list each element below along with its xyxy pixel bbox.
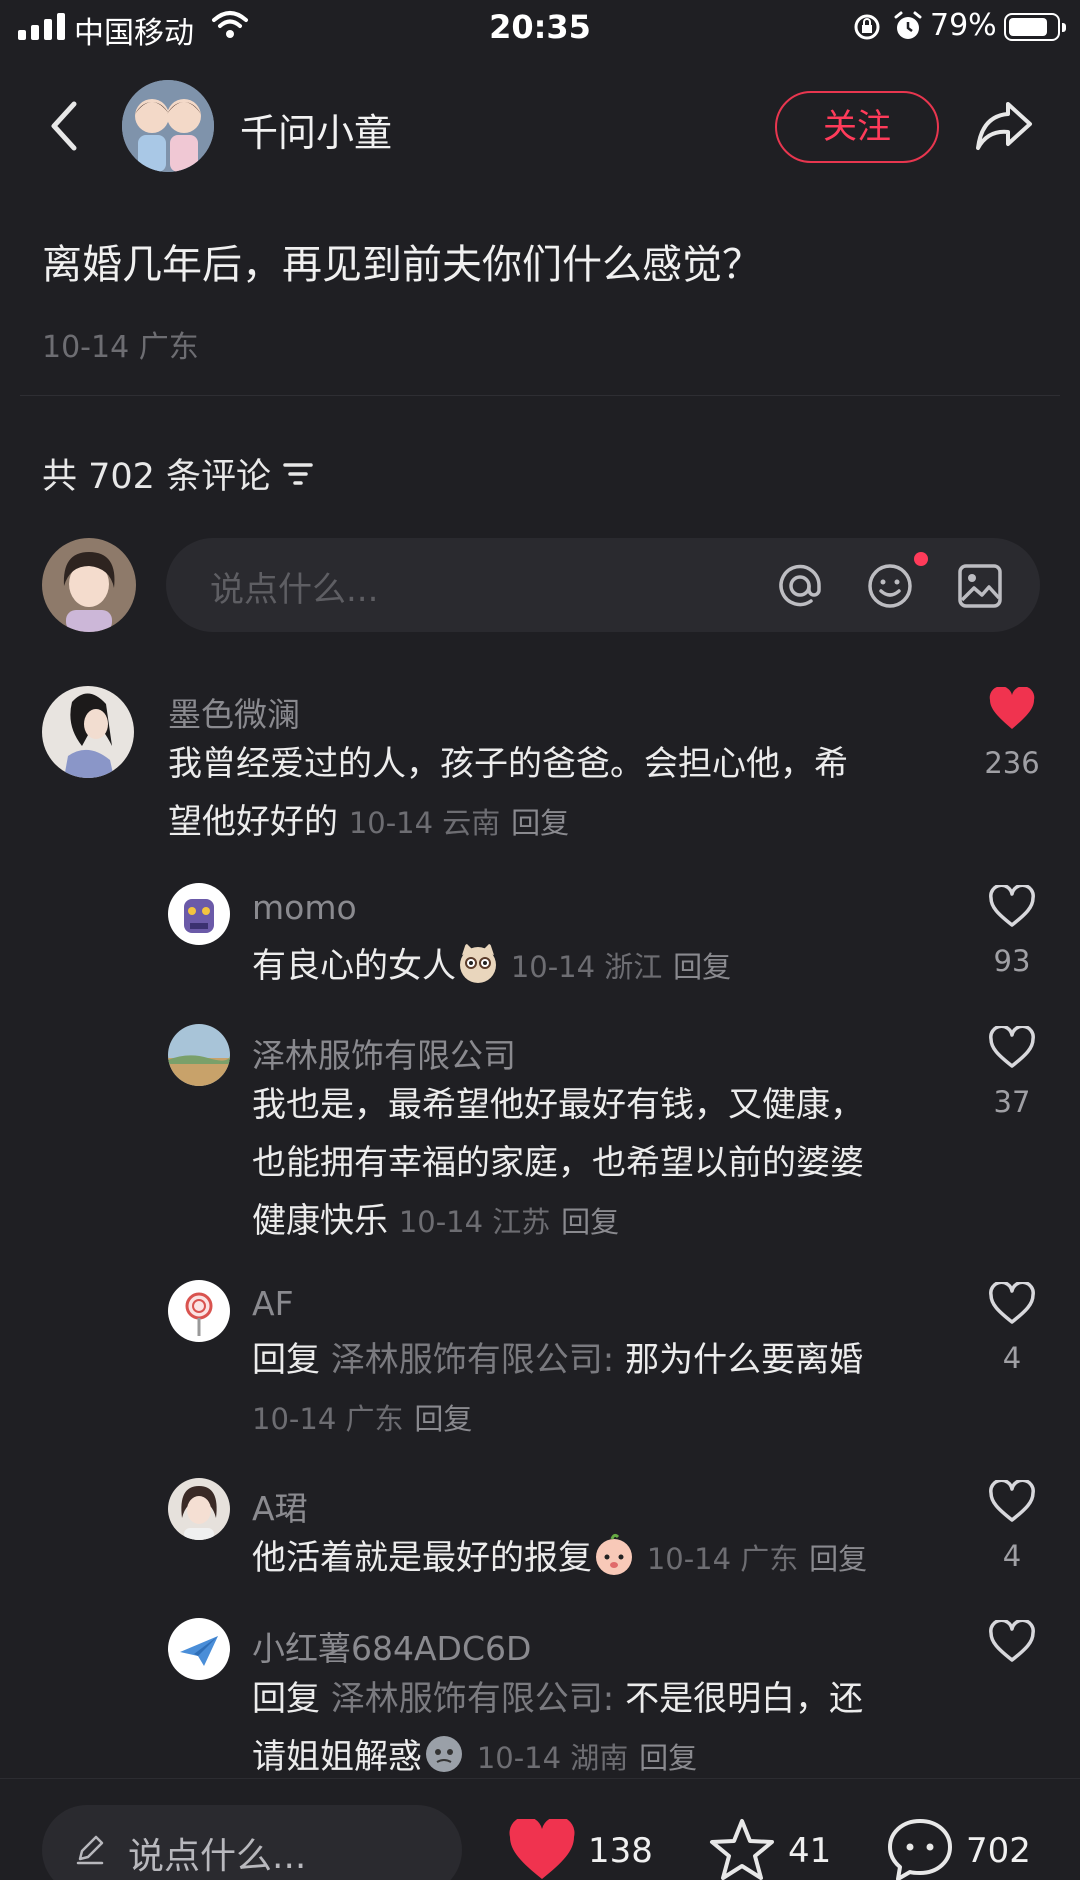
heart-icon[interactable] [988, 1282, 1036, 1326]
battery-percent: 79% [930, 8, 997, 43]
divider [20, 395, 1060, 396]
follow-button[interactable]: 关注 [775, 91, 939, 163]
comment-text: 我曾经爱过的人，孩子的爸爸。会担心他，希 望他好好的 10-14 云南 回复 [168, 735, 848, 852]
post-title: 离婚几年后，再见到前夫你们什么感觉？ [42, 242, 762, 288]
reply-username[interactable]: 小红薯684ADC6D [252, 1622, 531, 1670]
reply-text: 我也是，最希望他好最好有钱，又健康， 也能拥有幸福的家庭，也希望以前的婆婆 健康… [252, 1076, 864, 1251]
star-icon[interactable] [708, 1817, 776, 1880]
reply-meta: 10-14 浙江 [510, 950, 663, 984]
comment-input[interactable]: 说点什么... [166, 538, 1040, 632]
comment-avatar[interactable] [42, 686, 134, 778]
pencil-icon [76, 1835, 104, 1865]
reply-meta: 10-14 江苏 [398, 1205, 551, 1239]
reply-avatar[interactable] [168, 1618, 230, 1680]
bottom-action-bar: 说点什么... 138 41 702 [0, 1778, 1080, 1880]
reply-link[interactable]: 回复 [809, 1542, 867, 1576]
my-avatar[interactable] [42, 538, 136, 632]
reply-text: 回复 泽林服饰有限公司: 不是很明白，还 请姐姐解惑 10-14 湖南 回复 [252, 1670, 863, 1787]
reply-avatar[interactable] [168, 883, 230, 945]
reply-prefix: 回复 [252, 1679, 320, 1719]
heart-filled-icon[interactable] [988, 687, 1036, 731]
baby-emoji-icon [596, 1533, 632, 1575]
rotation-lock-icon [854, 14, 880, 40]
ghost-emoji-icon [426, 1736, 462, 1772]
reply-to-user[interactable]: 泽林服饰有限公司: [331, 1340, 614, 1380]
reply-text-line: 也能拥有幸福的家庭，也希望以前的婆婆 [252, 1143, 864, 1183]
like-count: 37 [993, 1085, 1031, 1119]
reply-username[interactable]: momo [252, 888, 357, 927]
reply-meta: 10-14 广东 [252, 1402, 404, 1436]
reply-text-line: 健康快乐 10-14 江苏 回复 [252, 1192, 864, 1251]
reply-text-line: 回复 泽林服饰有限公司: 不是很明白，还 [252, 1670, 863, 1728]
reply-link[interactable]: 回复 [673, 950, 731, 984]
heart-filled-icon[interactable] [508, 1819, 576, 1880]
reply-to-user[interactable]: 泽林服饰有限公司: [331, 1679, 614, 1719]
reply-text-body: 那为什么要离婚 [625, 1340, 864, 1380]
comment-meta: 10-14 云南 [348, 806, 501, 840]
comment-text-line: 我曾经爱过的人，孩子的爸爸。会担心他，希 [168, 744, 848, 784]
heart-icon[interactable] [988, 1620, 1036, 1664]
reply-text-end: 健康快乐 [252, 1201, 388, 1241]
reply-text-line: 回复 泽林服饰有限公司: 那为什么要离婚 [252, 1331, 863, 1389]
comment-text-line: 望他好好的 10-14 云南 回复 [168, 793, 848, 852]
heart-icon[interactable] [988, 1026, 1036, 1070]
reply-link[interactable]: 回复 [561, 1205, 619, 1239]
reply-meta: 10-14 湖南 [476, 1741, 629, 1775]
reply-avatar[interactable] [168, 1280, 230, 1342]
post-meta: 10-14 广东 [42, 330, 199, 365]
reply-text-body: 不是很明白，还 [625, 1679, 864, 1719]
comment-count-label: 共 702 条评论 [42, 457, 272, 497]
sort-icon[interactable] [281, 459, 315, 489]
bottom-comment-input[interactable]: 说点什么... [42, 1805, 462, 1880]
mention-icon[interactable] [776, 562, 824, 610]
comment-input-placeholder: 说点什么... [210, 570, 379, 610]
reply-meta: 10-14 广东 [646, 1542, 799, 1576]
alarm-icon [894, 11, 922, 39]
comment-username[interactable]: 墨色微澜 [168, 688, 300, 736]
reply-text: 回复 泽林服饰有限公司: 那为什么要离婚 10-14 广东 回复 [252, 1331, 863, 1448]
reply-username[interactable]: A珺 [252, 1482, 308, 1530]
reply-username[interactable]: 泽林服饰有限公司 [252, 1029, 516, 1077]
share-button[interactable] [974, 98, 1034, 154]
like-count: 93 [993, 944, 1031, 978]
reply-text-body: 有良心的女人 [252, 946, 456, 986]
reply-link[interactable]: 回复 [639, 1741, 697, 1775]
post-like-count: 138 [588, 1831, 653, 1871]
comment-count-header[interactable]: 共 702 条评论 [42, 448, 315, 499]
reply-link[interactable]: 回复 [511, 806, 569, 840]
status-bar: 中国移动 20:35 79% [0, 0, 1080, 56]
battery-icon [1004, 13, 1066, 41]
heart-icon[interactable] [988, 885, 1036, 929]
reply-text-body: 他活着就是最好的报复 [252, 1538, 592, 1578]
post-collect-count: 41 [788, 1831, 832, 1871]
back-button[interactable] [42, 96, 86, 156]
post-comment-count: 702 [966, 1831, 1031, 1871]
cat-emoji-icon [460, 943, 496, 983]
like-count: 236 [984, 746, 1040, 780]
author-avatar[interactable] [122, 80, 214, 172]
like-count: 4 [1002, 1341, 1022, 1375]
reply-prefix: 回复 [252, 1340, 320, 1380]
bottom-input-placeholder: 说点什么... [128, 1836, 307, 1877]
notification-dot [914, 552, 928, 566]
emoji-icon[interactable] [866, 562, 914, 610]
like-count: 4 [1002, 1539, 1022, 1573]
reply-text-line: 我也是，最希望他好最好有钱，又健康， [252, 1085, 864, 1125]
comment-text-end: 望他好好的 [168, 802, 338, 842]
heart-icon[interactable] [988, 1480, 1036, 1524]
reply-text: 有良心的女人 10-14 浙江 回复 [252, 937, 731, 996]
reply-link[interactable]: 回复 [414, 1402, 472, 1436]
reply-text-end: 请姐姐解惑 [252, 1737, 422, 1777]
comment-bubble-icon[interactable] [886, 1817, 954, 1880]
author-name[interactable]: 千问小童 [240, 102, 392, 157]
image-icon[interactable] [956, 562, 1004, 610]
reply-username[interactable]: AF [252, 1284, 294, 1323]
reply-text-line: 10-14 广东 回复 [252, 1389, 863, 1448]
reply-avatar[interactable] [168, 1024, 230, 1086]
reply-text: 他活着就是最好的报复 10-14 广东 回复 [252, 1529, 867, 1588]
reply-avatar[interactable] [168, 1478, 230, 1540]
